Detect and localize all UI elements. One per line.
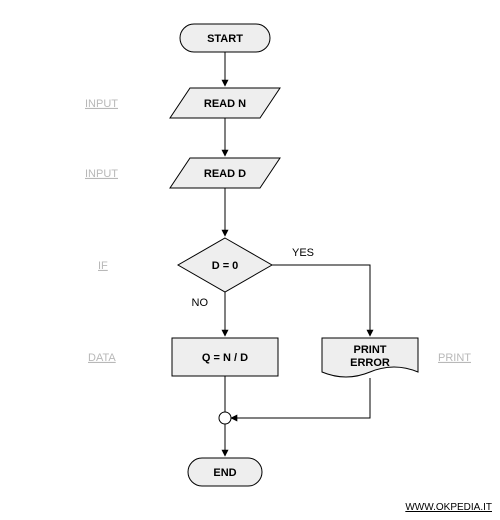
read-n-label: READ N [204,98,246,110]
print-error-label-1: PRINT [354,344,387,356]
edge-label-no: NO [192,297,209,309]
side-label-if: IF [98,260,108,272]
print-error-label-2: ERROR [350,357,390,369]
footer-link[interactable]: WWW.OKPEDIA.IT [405,502,492,513]
start-node: START [180,24,270,52]
decision-label: D = 0 [212,260,239,272]
end-label: END [213,467,236,479]
compute-node: Q = N / D [172,338,278,376]
arrow-yes [272,265,370,336]
side-label-input1: INPUT [85,98,118,110]
end-node: END [188,458,262,486]
print-error-node: PRINT ERROR [322,338,418,377]
arrow-print-connector [231,378,370,418]
read-d-label: READ D [204,168,246,180]
side-label-input2: INPUT [85,168,118,180]
start-label: START [207,33,243,45]
side-label-print: PRINT [438,352,471,364]
edge-label-yes: YES [292,247,314,259]
read-n-node: READ N [170,88,280,118]
compute-label: Q = N / D [202,352,248,364]
decision-node: D = 0 [178,238,272,292]
read-d-node: READ D [170,158,280,188]
side-label-data: DATA [88,352,116,364]
connector-node [219,412,231,424]
